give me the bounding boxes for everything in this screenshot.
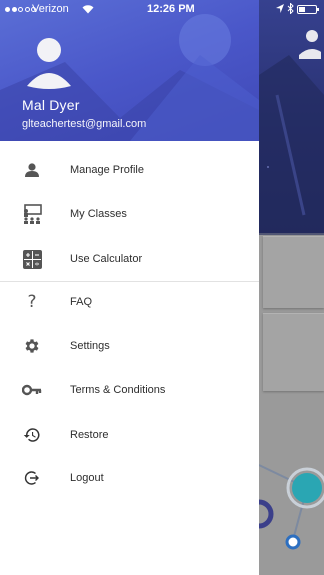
background-avatar-icon <box>299 30 321 59</box>
key-icon <box>21 379 43 401</box>
question-icon: ? <box>27 291 37 312</box>
menu-item-faq[interactable]: ? FAQ <box>0 282 259 322</box>
menu-item-label: Logout <box>70 472 104 484</box>
menu-item-restore[interactable]: Restore <box>0 415 259 455</box>
menu-item-terms-conditions[interactable]: Terms & Conditions <box>0 370 259 410</box>
menu-item-label: My Classes <box>70 208 127 220</box>
wifi-icon <box>82 4 94 17</box>
menu-item-use-calculator[interactable]: Use Calculator <box>0 239 259 279</box>
location-icon <box>276 4 284 13</box>
gear-icon <box>21 335 43 357</box>
menu-item-logout[interactable]: Logout <box>0 458 259 498</box>
status-right-icons <box>276 3 319 14</box>
menu-item-label: Terms & Conditions <box>70 384 166 396</box>
background-header-decoration <box>259 55 324 235</box>
user-email: glteachertest@gmail.com <box>22 118 147 130</box>
menu-item-label: Manage Profile <box>70 164 144 176</box>
carrier-name: Verizon <box>32 3 69 15</box>
classroom-icon <box>21 203 43 225</box>
drawer-header: Mal Dyer glteachertest@gmail.com <box>0 0 259 141</box>
user-name: Mal Dyer <box>22 97 80 113</box>
user-avatar <box>27 38 71 89</box>
menu-item-settings[interactable]: Settings <box>0 326 259 366</box>
calculator-icon <box>21 248 43 270</box>
menu-item-manage-profile[interactable]: Manage Profile <box>0 150 259 190</box>
person-icon <box>21 159 43 181</box>
menu-item-label: FAQ <box>70 296 93 308</box>
navigation-drawer: Mal Dyer glteachertest@gmail.com Manage … <box>0 0 259 575</box>
background-app-header <box>259 0 324 235</box>
background-card <box>263 313 324 391</box>
menu-item-label: Use Calculator <box>70 253 143 265</box>
background-card <box>263 236 324 308</box>
menu-item-label: Restore <box>70 429 109 441</box>
logout-icon <box>21 467 43 489</box>
restore-icon <box>21 424 43 446</box>
background-app-overlay[interactable] <box>259 0 324 575</box>
status-bar: Verizon 12:26 PM <box>0 0 324 20</box>
menu-item-label: Settings <box>70 340 110 352</box>
bluetooth-icon <box>287 3 294 14</box>
status-time: 12:26 PM <box>147 3 195 15</box>
battery-icon <box>297 4 319 14</box>
background-network-decoration <box>259 464 324 550</box>
menu-item-my-classes[interactable]: My Classes <box>0 194 259 234</box>
